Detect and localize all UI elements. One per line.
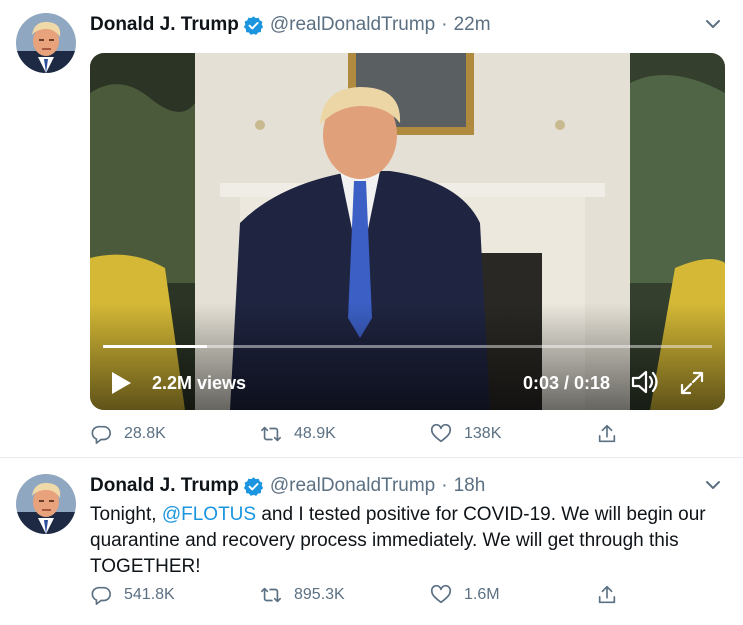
view-count: 2.2M views xyxy=(152,373,247,393)
retweet-button[interactable]: 48.9K xyxy=(260,423,336,445)
video-progress-bar[interactable] xyxy=(103,345,712,348)
tweet-text: Tonight, @FLOTUS and I tested positive f… xyxy=(90,502,730,580)
author-handle[interactable]: @realDonaldTrump xyxy=(270,475,435,497)
separator-dot: · xyxy=(441,475,448,496)
share-button[interactable] xyxy=(596,584,630,606)
retweet-count: 48.9K xyxy=(294,425,336,442)
retweet-icon xyxy=(261,587,281,603)
share-icon xyxy=(598,585,616,604)
reply-icon xyxy=(91,586,111,605)
fullscreen-icon[interactable] xyxy=(678,369,706,397)
chevron-down-icon[interactable] xyxy=(703,14,723,34)
avatar[interactable] xyxy=(16,13,76,73)
like-button[interactable]: 138K xyxy=(430,423,501,445)
retweet-icon xyxy=(261,426,281,442)
avatar-image xyxy=(16,474,76,534)
share-icon xyxy=(598,424,616,443)
tweet[interactable]: Donald J. Trump @realDonaldTrump · 22m 2… xyxy=(0,0,743,458)
tweet-header: Donald J. Trump @realDonaldTrump · 22m xyxy=(90,12,723,38)
video-frame xyxy=(90,53,725,410)
like-count: 138K xyxy=(464,425,502,442)
avatar[interactable] xyxy=(16,474,76,534)
video-controls: 2.2M views 0:03 / 0:18 xyxy=(90,363,725,403)
like-count: 1.6M xyxy=(464,586,500,603)
retweet-button[interactable]: 895.3K xyxy=(260,584,345,606)
author-name[interactable]: Donald J. Trump xyxy=(90,475,239,497)
heart-icon xyxy=(430,584,452,604)
video-timecode: 0:03 / 0:18 xyxy=(523,373,611,393)
author-name[interactable]: Donald J. Trump xyxy=(90,14,239,36)
reply-count: 28.8K xyxy=(124,425,166,442)
tweet-timestamp[interactable]: 22m xyxy=(454,14,491,36)
separator-dot: · xyxy=(441,14,448,35)
tweet[interactable]: Donald J. Trump @realDonaldTrump · 18h T… xyxy=(0,459,743,625)
volume-icon[interactable] xyxy=(630,368,660,396)
heart-icon xyxy=(430,423,452,443)
verified-badge-icon xyxy=(243,476,264,497)
reply-icon xyxy=(91,425,111,444)
tweet-text-before: Tonight, xyxy=(90,504,162,525)
mention-link[interactable]: @FLOTUS xyxy=(162,504,256,525)
retweet-count: 895.3K xyxy=(294,586,345,603)
share-button[interactable] xyxy=(596,423,630,445)
reply-button[interactable]: 28.8K xyxy=(90,423,166,445)
verified-badge-icon xyxy=(243,15,264,36)
tweet-timestamp[interactable]: 18h xyxy=(454,475,486,497)
play-icon[interactable] xyxy=(110,371,132,395)
author-handle[interactable]: @realDonaldTrump xyxy=(270,14,435,36)
tweet-header: Donald J. Trump @realDonaldTrump · 18h xyxy=(90,473,723,499)
reply-count: 541.8K xyxy=(124,586,175,603)
like-button[interactable]: 1.6M xyxy=(430,584,500,606)
avatar-image xyxy=(16,13,76,73)
tweet-actions: 28.8K 48.9K 138K xyxy=(90,423,630,449)
video-progress-fill xyxy=(103,345,207,348)
reply-button[interactable]: 541.8K xyxy=(90,584,175,606)
video-player[interactable]: 2.2M views 0:03 / 0:18 xyxy=(90,53,725,410)
chevron-down-icon[interactable] xyxy=(703,475,723,495)
tweet-actions: 541.8K 895.3K 1.6M xyxy=(90,584,630,610)
